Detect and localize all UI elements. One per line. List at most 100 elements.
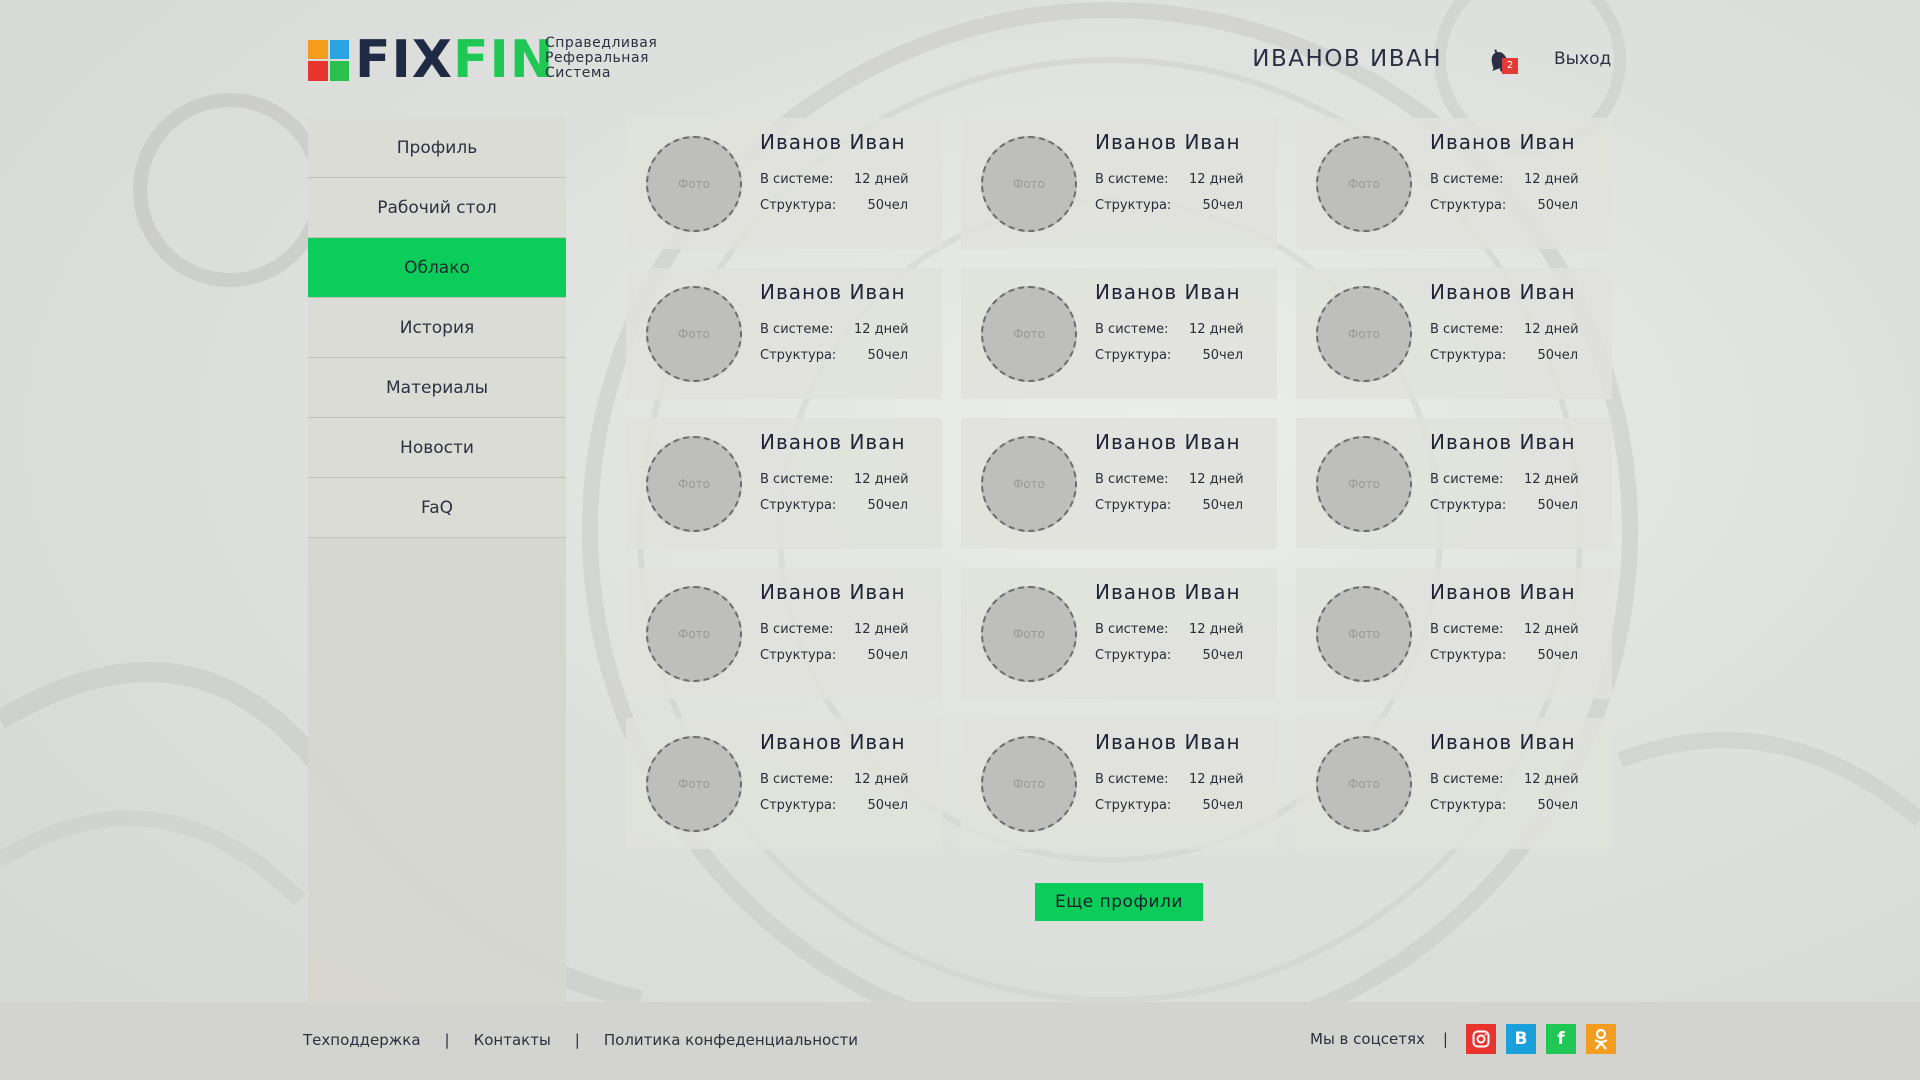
more-profiles-button[interactable]: Еще профили — [1035, 883, 1203, 921]
footer: Техподдержка | Контакты | Политика конфе… — [0, 1002, 1920, 1080]
sidebar-item-faq[interactable]: FaQ — [308, 478, 566, 538]
profile-photo-placeholder: Фото — [1316, 736, 1412, 832]
in-system-value: 12 дней — [854, 622, 909, 637]
sidebar-item-desktop[interactable]: Рабочий стол — [308, 178, 566, 238]
profile-name[interactable]: Иванов Иван — [1095, 280, 1241, 304]
structure-row: Структура: 50чел — [1095, 348, 1243, 363]
facebook-icon[interactable]: f — [1545, 1024, 1576, 1054]
profile-name[interactable]: Иванов Иван — [760, 430, 906, 454]
profile-card[interactable]: Фото Иванов Иван В системе: 12 дней Стру… — [961, 418, 1277, 549]
in-system-value: 12 дней — [854, 172, 909, 187]
instagram-icon[interactable] — [1465, 1024, 1496, 1054]
profile-name[interactable]: Иванов Иван — [1095, 580, 1241, 604]
structure-value: 50чел — [867, 198, 908, 213]
profile-card[interactable]: Фото Иванов Иван В системе: 12 дней Стру… — [961, 718, 1277, 849]
in-system-label: В системе: — [1430, 172, 1504, 187]
profile-card[interactable]: Фото Иванов Иван В системе: 12 дней Стру… — [1296, 418, 1612, 549]
profile-card[interactable]: Фото Иванов Иван В системе: 12 дней Стру… — [626, 718, 942, 849]
profile-card[interactable]: Фото Иванов Иван В системе: 12 дней Стру… — [1296, 118, 1612, 249]
in-system-row: В системе: 12 дней — [1430, 472, 1579, 487]
profile-card[interactable]: Фото Иванов Иван В системе: 12 дней Стру… — [1296, 718, 1612, 849]
structure-value: 50чел — [1202, 498, 1243, 513]
sidebar-item-news[interactable]: Новости — [308, 418, 566, 478]
profile-name[interactable]: Иванов Иван — [1430, 430, 1576, 454]
footer-links: Техподдержка | Контакты | Политика конфе… — [303, 1031, 858, 1049]
sidebar-item-materials[interactable]: Материалы — [308, 358, 566, 418]
logout-link[interactable]: Выход — [1554, 49, 1611, 69]
structure-label: Структура: — [1430, 648, 1507, 663]
in-system-label: В системе: — [1095, 622, 1169, 637]
in-system-row: В системе: 12 дней — [760, 472, 909, 487]
profile-name[interactable]: Иванов Иван — [1430, 730, 1576, 754]
in-system-value: 12 дней — [1189, 472, 1244, 487]
structure-row: Структура: 50чел — [1430, 198, 1578, 213]
vk-icon[interactable]: В — [1505, 1024, 1536, 1054]
odnoklassniki-icon[interactable] — [1585, 1024, 1616, 1054]
profile-card[interactable]: Фото Иванов Иван В системе: 12 дней Стру… — [1296, 268, 1612, 399]
structure-value: 50чел — [1202, 348, 1243, 363]
structure-label: Структура: — [1095, 798, 1172, 813]
profile-name[interactable]: Иванов Иван — [1430, 130, 1576, 154]
in-system-row: В системе: 12 дней — [760, 772, 909, 787]
in-system-value: 12 дней — [1189, 772, 1244, 787]
structure-row: Структура: 50чел — [760, 798, 908, 813]
profile-photo-placeholder: Фото — [981, 136, 1077, 232]
profile-name[interactable]: Иванов Иван — [1095, 430, 1241, 454]
profile-name[interactable]: Иванов Иван — [760, 580, 906, 604]
profile-card[interactable]: Фото Иванов Иван В системе: 12 дней Стру… — [626, 568, 942, 699]
structure-label: Структура: — [1095, 498, 1172, 513]
profile-name[interactable]: Иванов Иван — [1430, 280, 1576, 304]
in-system-row: В системе: 12 дней — [1430, 172, 1579, 187]
profile-card[interactable]: Фото Иванов Иван В системе: 12 дней Стру… — [1296, 568, 1612, 699]
profile-card[interactable]: Фото Иванов Иван В системе: 12 дней Стру… — [626, 118, 942, 249]
profile-name[interactable]: Иванов Иван — [1095, 130, 1241, 154]
sidebar-item-cloud[interactable]: Облако — [308, 238, 566, 298]
tagline-line: Система — [545, 65, 611, 81]
structure-value: 50чел — [1537, 198, 1578, 213]
in-system-label: В системе: — [1095, 322, 1169, 337]
in-system-value: 12 дней — [1189, 322, 1244, 337]
privacy-policy-link[interactable]: Политика конфеденциальности — [604, 1031, 858, 1049]
notifications-button[interactable]: 2 — [1484, 46, 1520, 76]
structure-row: Структура: 50чел — [1095, 198, 1243, 213]
in-system-row: В системе: 12 дней — [1095, 472, 1244, 487]
footer-separator: | — [1442, 1030, 1448, 1048]
support-link[interactable]: Техподдержка — [303, 1031, 421, 1049]
in-system-row: В системе: 12 дней — [760, 622, 909, 637]
structure-row: Структура: 50чел — [1430, 348, 1578, 363]
profile-card[interactable]: Фото Иванов Иван В системе: 12 дней Стру… — [961, 268, 1277, 399]
profile-photo-placeholder: Фото — [981, 586, 1077, 682]
in-system-row: В системе: 12 дней — [1430, 622, 1579, 637]
structure-label: Структура: — [760, 798, 837, 813]
contacts-link[interactable]: Контакты — [474, 1031, 551, 1049]
profile-card[interactable]: Фото Иванов Иван В системе: 12 дней Стру… — [961, 118, 1277, 249]
user-name[interactable]: ИВАНОВ ИВАН — [1252, 46, 1442, 72]
profile-card[interactable]: Фото Иванов Иван В системе: 12 дней Стру… — [626, 268, 942, 399]
social-block: Мы в соцсетях | В f — [1310, 1024, 1626, 1054]
in-system-value: 12 дней — [854, 472, 909, 487]
structure-value: 50чел — [867, 348, 908, 363]
structure-row: Структура: 50чел — [760, 498, 908, 513]
profile-card[interactable]: Фото Иванов Иван В системе: 12 дней Стру… — [626, 418, 942, 549]
structure-label: Структура: — [760, 498, 837, 513]
profile-name[interactable]: Иванов Иван — [1095, 730, 1241, 754]
in-system-label: В системе: — [1095, 772, 1169, 787]
sidebar-item-profile[interactable]: Профиль — [308, 118, 566, 178]
sidebar-item-history[interactable]: История — [308, 298, 566, 358]
profile-card[interactable]: Фото Иванов Иван В системе: 12 дней Стру… — [961, 568, 1277, 699]
structure-value: 50чел — [1202, 198, 1243, 213]
in-system-row: В системе: 12 дней — [1430, 772, 1579, 787]
in-system-label: В системе: — [1095, 172, 1169, 187]
structure-row: Структура: 50чел — [1095, 498, 1243, 513]
profile-photo-placeholder: Фото — [981, 736, 1077, 832]
profile-photo-placeholder: Фото — [646, 136, 742, 232]
profile-name[interactable]: Иванов Иван — [760, 730, 906, 754]
logo[interactable]: FIXFIN — [308, 34, 554, 86]
profile-name[interactable]: Иванов Иван — [760, 130, 906, 154]
profile-photo-placeholder: Фото — [646, 736, 742, 832]
profile-name[interactable]: Иванов Иван — [1430, 580, 1576, 604]
structure-label: Структура: — [1430, 798, 1507, 813]
profile-name[interactable]: Иванов Иван — [760, 280, 906, 304]
in-system-row: В системе: 12 дней — [1095, 172, 1244, 187]
structure-value: 50чел — [867, 498, 908, 513]
